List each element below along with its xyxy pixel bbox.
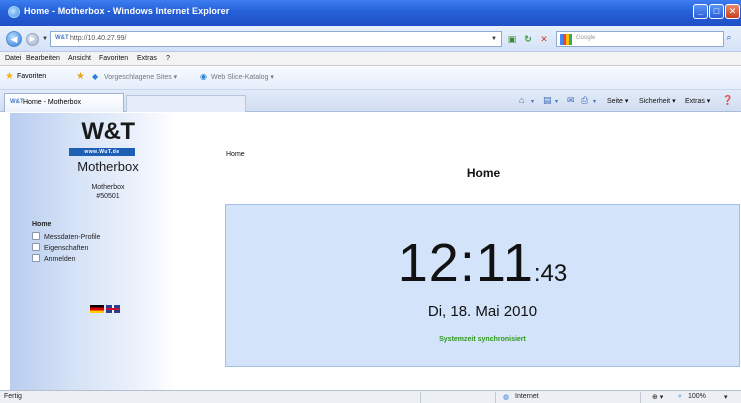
search-input[interactable]: Google <box>556 31 724 47</box>
sidebar-item-label: Messdaten-Profile <box>44 234 101 241</box>
sync-status: Systemzeit synchronisiert <box>439 336 526 343</box>
menu-favoriten[interactable]: Favoriten <box>99 55 128 62</box>
uk-flag-icon[interactable] <box>106 304 120 313</box>
web-page: W&T www.WuT.de Motherbox Motherbox #5050… <box>0 113 741 390</box>
menu-bearbeiten[interactable]: Bearbeiten <box>26 55 60 62</box>
web-slice-icon: ◉ <box>200 72 207 81</box>
german-flag-icon[interactable] <box>90 304 104 313</box>
status-separator <box>640 392 641 403</box>
sidebar-item-messdaten-profile[interactable]: Messdaten-Profile <box>32 232 100 241</box>
new-tab-button[interactable] <box>126 95 246 112</box>
menu-datei[interactable]: Datei <box>5 55 21 62</box>
refresh-icon[interactable]: ↻ <box>522 33 534 45</box>
device-name-line1: Motherbox <box>91 184 125 191</box>
status-bar: Fertig ◍ Internet ⊕ ▾ ⌕ 100% ▾ <box>0 390 741 403</box>
page-favicon-icon: W&T <box>55 35 69 41</box>
tab-bar: W&T Home - Motherbox ⌂ ▾ ▤ ▾ ✉ ⎙ ▾ Seite… <box>0 90 741 112</box>
favorites-bar: ★ Favoriten ★ ◆ Vorgeschlagene Sites ▾ ◉… <box>0 66 741 90</box>
minimize-button[interactable]: _ <box>693 4 708 19</box>
ie-icon <box>8 6 20 18</box>
menu-ansicht[interactable]: Ansicht <box>68 55 91 62</box>
breadcrumb[interactable]: Home <box>226 151 245 158</box>
sidebar-item-label: Anmelden <box>44 256 76 263</box>
favorites-star-icon[interactable]: ★ <box>5 71 14 82</box>
stop-icon[interactable]: ✕ <box>538 33 550 45</box>
search-placeholder: Google <box>576 35 596 41</box>
address-url: http://10.40.27.99/ <box>70 35 127 42</box>
status-text: Fertig <box>4 393 22 400</box>
home-icon[interactable]: ⌂ <box>519 95 524 105</box>
security-zone[interactable]: Internet <box>515 393 539 400</box>
favorites-button[interactable]: Favoriten <box>17 73 46 80</box>
zoom-level[interactable]: 100% <box>688 393 706 400</box>
mail-icon[interactable]: ✉ <box>567 95 575 106</box>
page-menu[interactable]: Seite ▾ <box>607 97 628 105</box>
menu-bar: Datei Bearbeiten Ansicht Favoriten Extra… <box>0 52 741 66</box>
safety-menu[interactable]: Sicherheit ▾ <box>639 97 676 105</box>
clock-display: 12:11:43 <box>226 232 739 294</box>
feeds-dropdown-icon[interactable]: ▾ <box>555 98 558 105</box>
device-name: Motherbox #50501 <box>68 183 148 201</box>
suggested-sites-icon: ◆ <box>92 72 99 81</box>
menu-extras[interactable]: Extras <box>137 55 157 62</box>
web-slice-link[interactable]: Web Slice-Katalog ▾ <box>211 73 274 81</box>
tab-label: Home - Motherbox <box>23 99 81 106</box>
close-button[interactable]: ✕ <box>725 4 740 19</box>
history-dropdown-icon[interactable]: ▼ <box>42 36 48 42</box>
internet-zone-icon: ◍ <box>503 394 510 401</box>
device-number: #50501 <box>96 193 120 200</box>
sidebar-item-label: Eigenschaften <box>44 245 89 252</box>
product-name: Motherbox <box>77 159 139 174</box>
zoom-dropdown-icon[interactable]: ▾ <box>724 393 728 401</box>
tools-menu[interactable]: Extras ▾ <box>685 97 710 105</box>
maximize-button[interactable]: □ <box>709 4 724 19</box>
print-dropdown-icon[interactable]: ▾ <box>593 98 596 105</box>
google-logo-icon <box>560 34 572 45</box>
add-favorite-icon[interactable]: ★ <box>76 71 85 82</box>
browser-window: Home - Motherbox - Windows Internet Expl… <box>0 0 741 403</box>
page-icon <box>32 243 40 251</box>
protected-mode-icon[interactable]: ⊕ ▾ <box>652 393 663 401</box>
forward-button[interactable]: ▶ <box>26 33 39 46</box>
clock-seconds: :43 <box>533 260 568 287</box>
clock-panel: 12:11:43 Di, 18. Mai 2010 Systemzeit syn… <box>225 204 740 367</box>
suggested-sites-link[interactable]: Vorgeschlagene Sites ▾ <box>104 73 177 81</box>
address-row: ◀ ▶ ▼ W&T http://10.40.27.99/ ▼ ▣ ↻ ✕ Go… <box>0 26 741 52</box>
clock-hours-minutes: 12:11 <box>397 233 534 293</box>
sidebar: W&T www.WuT.de Motherbox Motherbox #5050… <box>10 113 175 390</box>
date-display: Di, 18. Mai 2010 <box>427 303 538 320</box>
status-separator <box>495 392 496 403</box>
page-icon <box>32 232 40 240</box>
page-title: Home <box>466 166 501 180</box>
language-flags <box>90 304 120 313</box>
sidebar-item-home[interactable]: Home <box>32 221 51 228</box>
compatibility-view-icon[interactable]: ▣ <box>506 33 518 45</box>
search-icon[interactable]: ⌕ <box>722 32 736 46</box>
tab-favicon-icon: W&T <box>10 99 24 105</box>
home-dropdown-icon[interactable]: ▾ <box>531 98 534 105</box>
title-bar: Home - Motherbox - Windows Internet Expl… <box>0 0 741 26</box>
wut-logo[interactable]: W&T <box>68 118 148 146</box>
feeds-icon[interactable]: ▤ <box>543 95 552 106</box>
tab-home-motherbox[interactable]: W&T Home - Motherbox <box>4 93 124 112</box>
wut-logo-url[interactable]: www.WuT.de <box>69 148 135 156</box>
help-icon[interactable]: ❓ <box>722 95 733 106</box>
back-button[interactable]: ◀ <box>6 31 22 47</box>
zoom-icon[interactable]: ⌕ <box>678 393 682 401</box>
status-separator <box>420 392 421 403</box>
address-dropdown-icon[interactable]: ▼ <box>488 33 500 45</box>
address-input[interactable]: W&T http://10.40.27.99/ <box>50 31 502 47</box>
sidebar-item-anmelden[interactable]: Anmelden <box>32 254 76 263</box>
menu-help[interactable]: ? <box>166 55 170 62</box>
sidebar-item-eigenschaften[interactable]: Eigenschaften <box>32 243 88 252</box>
page-icon <box>32 254 40 262</box>
print-icon[interactable]: ⎙ <box>581 95 588 106</box>
window-title: Home - Motherbox - Windows Internet Expl… <box>24 6 230 16</box>
